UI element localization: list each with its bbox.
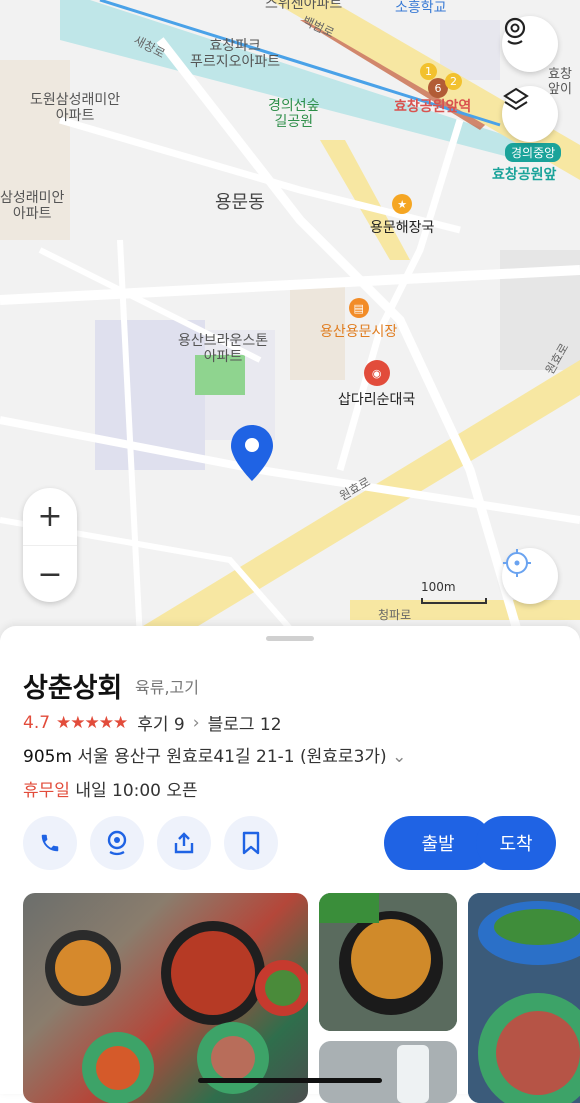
map-view[interactable]: 용문동 효창파크 푸르지오아파트 도원삼성래미안 아파트 삼성래미안 아파트 용… [0, 0, 580, 640]
arrive-button[interactable]: 도착 [476, 816, 556, 870]
poi-station[interactable]: 효창공원앞역 [394, 96, 471, 116]
poi-label: 용산용문시장 [320, 324, 398, 340]
zoom-out-button[interactable]: − [23, 546, 77, 603]
star-icon: ★ [392, 194, 413, 214]
bookmark-button[interactable] [224, 816, 278, 870]
layers-button[interactable] [502, 86, 558, 142]
crosshair-icon [503, 549, 531, 577]
park-label: 경의선숲 길공원 [268, 98, 320, 131]
swiss-apt-label: 스위센아파트 [265, 0, 343, 12]
eye-icon: ◉ [363, 360, 390, 386]
road-label-cheongpa: 청파로 [378, 608, 412, 622]
hyochang-right-label: 효창 앞이 [548, 67, 572, 97]
poi-label: 용문해장국 [370, 220, 435, 236]
share-button[interactable] [157, 816, 211, 870]
share-icon [174, 832, 194, 854]
bookmark-icon [242, 831, 260, 855]
apt-label-brownstone: 용산브라운스톤 아파트 [178, 333, 269, 366]
poi-label: 효창공원앞 [492, 167, 557, 183]
place-detail-sheet: 상춘상회 육류,고기 4.7 ★★★★★ 후기 9 › 블로그 12 905m … [0, 626, 580, 1103]
apt-label-samsung: 삼성래미안 아파트 [0, 190, 65, 223]
apt-label-dowon: 도원삼성래미안 아파트 [30, 92, 121, 125]
street-view-button[interactable] [502, 16, 558, 72]
sheet-drag-handle[interactable] [266, 636, 314, 641]
rating-stars: ★★★★★ [56, 712, 128, 733]
place-photo[interactable] [319, 893, 457, 1031]
address-row[interactable]: 905m 서울 용산구 원효로41길 21-1 (원효로3가) ⌄ [23, 742, 406, 767]
next-open: 내일 10:00 오픈 [75, 781, 198, 801]
zoom-control: + − [23, 488, 77, 602]
current-location-button[interactable] [502, 548, 558, 604]
apt-label-hyochang: 효창파크 푸르지오아파트 [190, 38, 281, 71]
blog-count-link[interactable]: 블로그 12 [208, 710, 282, 735]
scale-bar [421, 598, 487, 604]
rating-value: 4.7 [23, 712, 51, 733]
hours-row[interactable]: 휴무일 내일 10:00 오픈 [23, 776, 198, 801]
store-icon: ▤ [348, 298, 369, 318]
location-pin-icon [107, 830, 127, 856]
poi-label: 효창공원앞역 [394, 99, 472, 115]
food-photo-image [45, 921, 308, 1103]
line-badge-gyeongui: 경의중앙 [505, 143, 562, 162]
selected-location-pin-icon[interactable] [228, 423, 276, 483]
place-name: 상춘상회 [23, 673, 123, 704]
poi-market[interactable]: ▤ 용산용문시장 [320, 298, 397, 341]
home-indicator [198, 1078, 382, 1083]
zoom-in-button[interactable]: + [23, 488, 77, 546]
poi-haejangguk[interactable]: ★ 용문해장국 [370, 194, 434, 237]
place-category: 육류,고기 [135, 678, 199, 697]
chevron-down-icon: ⌄ [392, 747, 407, 767]
poi-label: 삽다리순대국 [338, 392, 416, 408]
chevron-right-icon: › [192, 712, 200, 733]
location-pin-outline-icon [504, 17, 526, 45]
distance: 905m [23, 747, 73, 767]
layers-icon [503, 87, 529, 111]
poi-sundae[interactable]: ◉ 삽다리순대국 [338, 360, 415, 409]
place-photo[interactable] [23, 893, 308, 1103]
poi-station-2[interactable]: 효창공원앞 [492, 164, 556, 184]
food-photo-image [319, 893, 457, 1031]
school-label: 소흥학교 [395, 0, 447, 16]
food-photo-image [468, 893, 580, 1103]
save-location-button[interactable] [90, 816, 144, 870]
dong-label: 용문동 [215, 192, 265, 213]
rating-row: 4.7 ★★★★★ 후기 9 › 블로그 12 [23, 710, 282, 736]
call-button[interactable] [23, 816, 77, 870]
scale-label: 100m [421, 580, 456, 594]
place-photo[interactable] [468, 893, 580, 1103]
review-count-link[interactable]: 후기 9 [137, 710, 185, 735]
closed-status: 휴무일 [23, 781, 70, 801]
line-badge: 2 [445, 73, 462, 90]
phone-icon [41, 834, 59, 852]
address: 서울 용산구 원효로41길 21-1 (원효로3가) [77, 747, 387, 767]
